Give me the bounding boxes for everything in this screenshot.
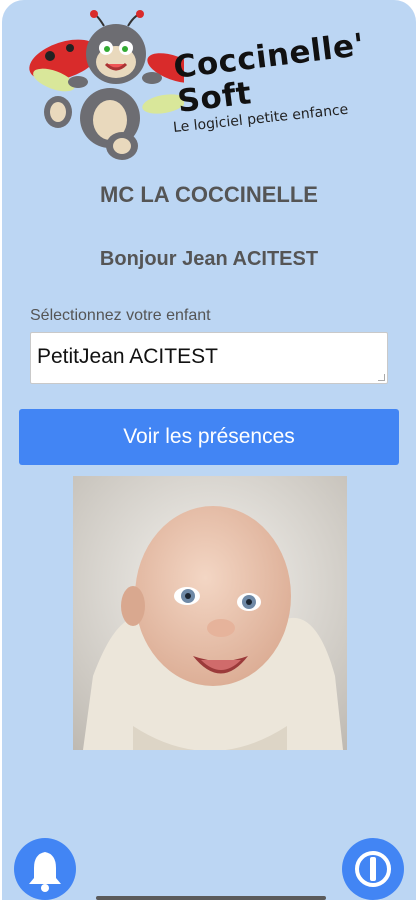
daycare-name: MC LA COCCINELLE [100, 182, 318, 207]
child-photo [73, 476, 347, 751]
child-select-label: Sélectionnez votre enfant [30, 307, 211, 324]
brand-name-line1: Coccinelle' [171, 26, 367, 86]
view-presences-button[interactable]: Voir les présences [19, 409, 399, 465]
child-select[interactable]: PetitJean ACITEST [30, 332, 388, 384]
child-select-value: PetitJean ACITEST [37, 345, 218, 368]
baby-face-image [73, 476, 347, 751]
resize-grip-icon [378, 374, 385, 381]
bell-icon [29, 852, 61, 892]
ladybug-mascot-icon [29, 10, 184, 160]
logout-button[interactable] [342, 838, 404, 900]
notifications-button[interactable] [14, 838, 76, 900]
home-indicator [96, 896, 326, 900]
app-screen: Coccinelle' Soft Le logiciel petite enfa… [2, 0, 416, 900]
greeting: Bonjour Jean ACITEST [99, 248, 319, 270]
power-icon [355, 851, 391, 887]
logo: Coccinelle' Soft Le logiciel petite enfa… [24, 8, 404, 168]
